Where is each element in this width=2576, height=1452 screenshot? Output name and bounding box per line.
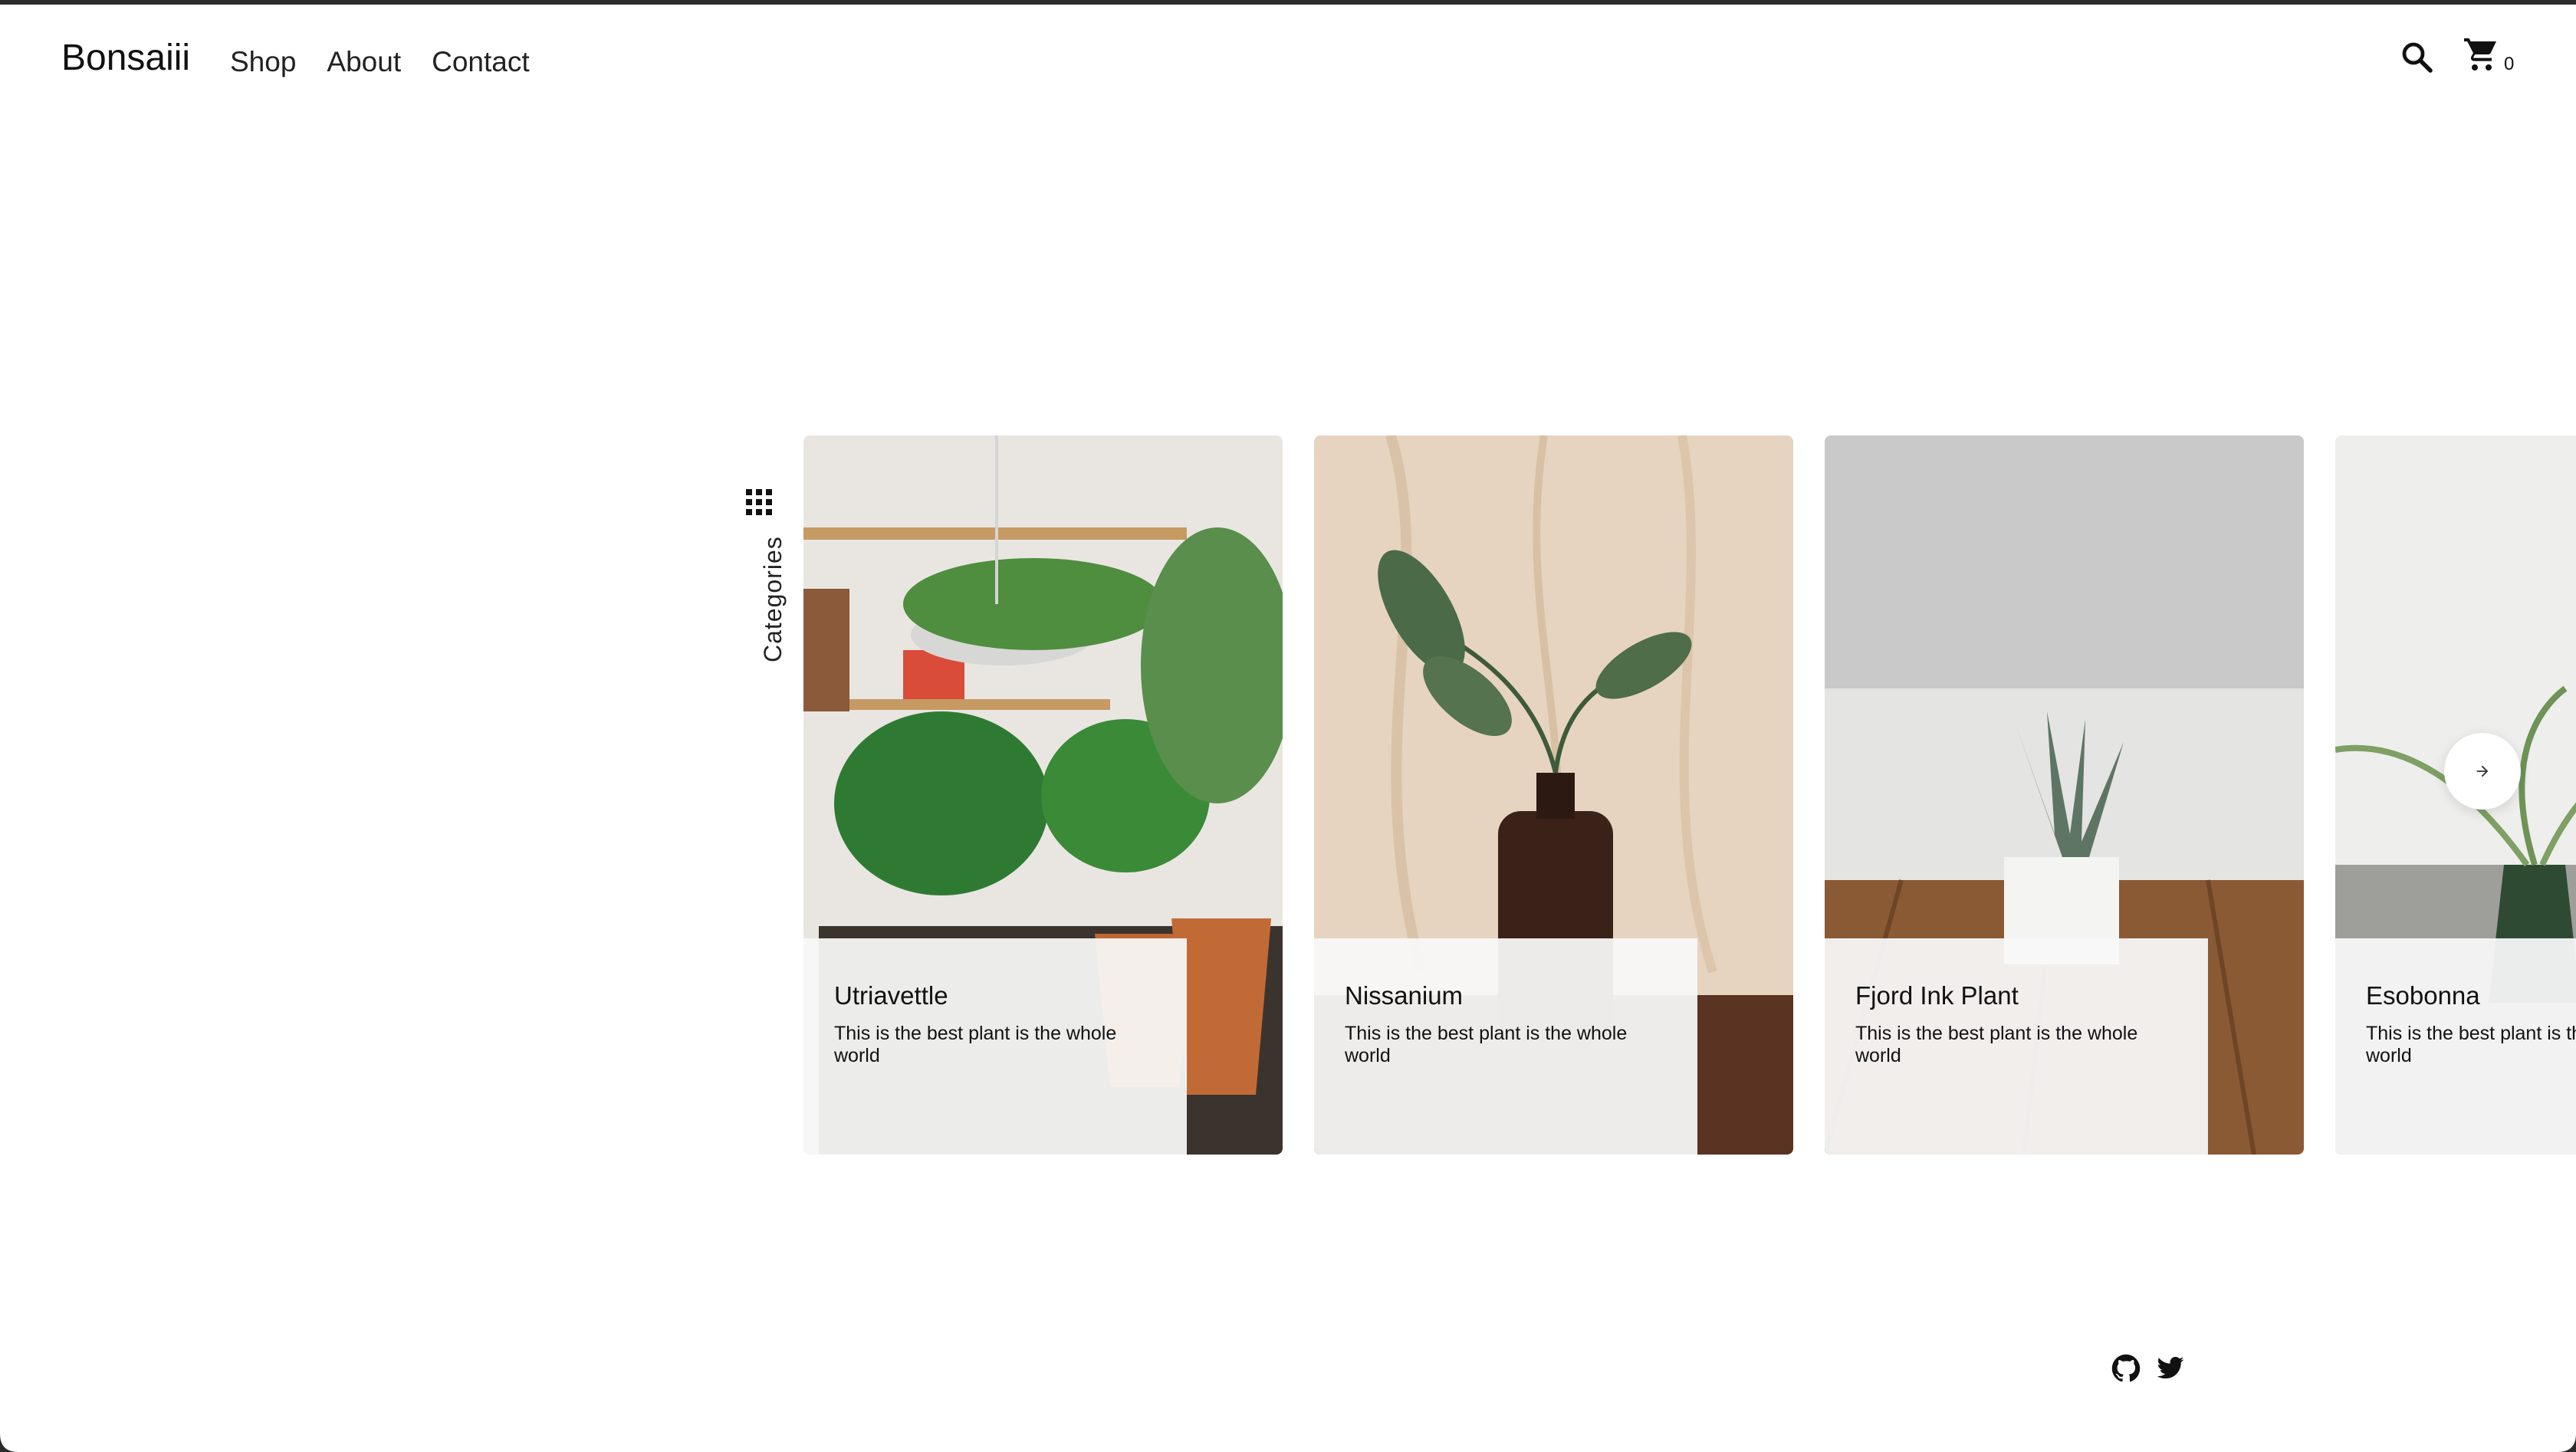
brand-logo[interactable]: Bonsaiii bbox=[61, 37, 190, 79]
product-carousel: Utriavettle This is the best plant is th… bbox=[803, 435, 2576, 1155]
product-card[interactable]: Fjord Ink Plant This is the best plant i… bbox=[1825, 435, 2304, 1155]
product-name[interactable]: Esobonna bbox=[2366, 981, 2480, 1010]
search-icon bbox=[2402, 42, 2433, 73]
github-icon bbox=[2111, 1354, 2141, 1382]
grid-icon bbox=[746, 489, 772, 515]
site-header: Bonsaiii Shop About Contact 0 bbox=[0, 5, 2576, 112]
carousel-next-button[interactable] bbox=[2444, 733, 2521, 810]
product-card[interactable]: Nissanium This is the best plant is the … bbox=[1314, 435, 1793, 1155]
product-description: This is the best plant is the whole worl… bbox=[834, 1023, 1117, 1066]
product-name[interactable]: Fjord Ink Plant bbox=[1855, 981, 2019, 1010]
cart-icon bbox=[2464, 38, 2496, 71]
product-card[interactable]: Utriavettle This is the best plant is th… bbox=[803, 435, 1283, 1155]
product-name[interactable]: Utriavettle bbox=[834, 981, 948, 1010]
product-caption: Fjord Ink Plant This is the best plant i… bbox=[1825, 938, 2208, 1155]
product-caption: Nissanium This is the best plant is the … bbox=[1314, 938, 1697, 1155]
categories-label: Categories bbox=[759, 536, 787, 662]
cart-count-badge: 0 bbox=[2504, 54, 2515, 74]
product-caption: Esobonna This is the best plant is the w… bbox=[2335, 938, 2576, 1155]
categories-toggle[interactable]: Categories bbox=[734, 483, 787, 667]
product-description: This is the best plant is the whole worl… bbox=[2366, 1023, 2576, 1066]
social-links bbox=[2111, 1354, 2185, 1383]
product-description: This is the best plant is the whole worl… bbox=[1345, 1023, 1628, 1066]
search-button[interactable] bbox=[2398, 38, 2435, 75]
main-nav: Shop About Contact bbox=[230, 46, 530, 78]
twitter-icon bbox=[2157, 1356, 2184, 1379]
twitter-link[interactable] bbox=[2156, 1354, 2185, 1383]
nav-shop[interactable]: Shop bbox=[230, 46, 296, 78]
nav-about[interactable]: About bbox=[327, 46, 401, 78]
nav-contact[interactable]: Contact bbox=[432, 46, 530, 78]
cart-button[interactable]: 0 bbox=[2463, 35, 2515, 78]
github-link[interactable] bbox=[2111, 1354, 2141, 1383]
product-caption: Utriavettle This is the best plant is th… bbox=[803, 938, 1187, 1155]
arrow-right-icon bbox=[2476, 765, 2489, 777]
product-description: This is the best plant is the whole worl… bbox=[1855, 1023, 2138, 1066]
window-bottom-corners bbox=[0, 1434, 2576, 1452]
product-name[interactable]: Nissanium bbox=[1345, 981, 1463, 1010]
